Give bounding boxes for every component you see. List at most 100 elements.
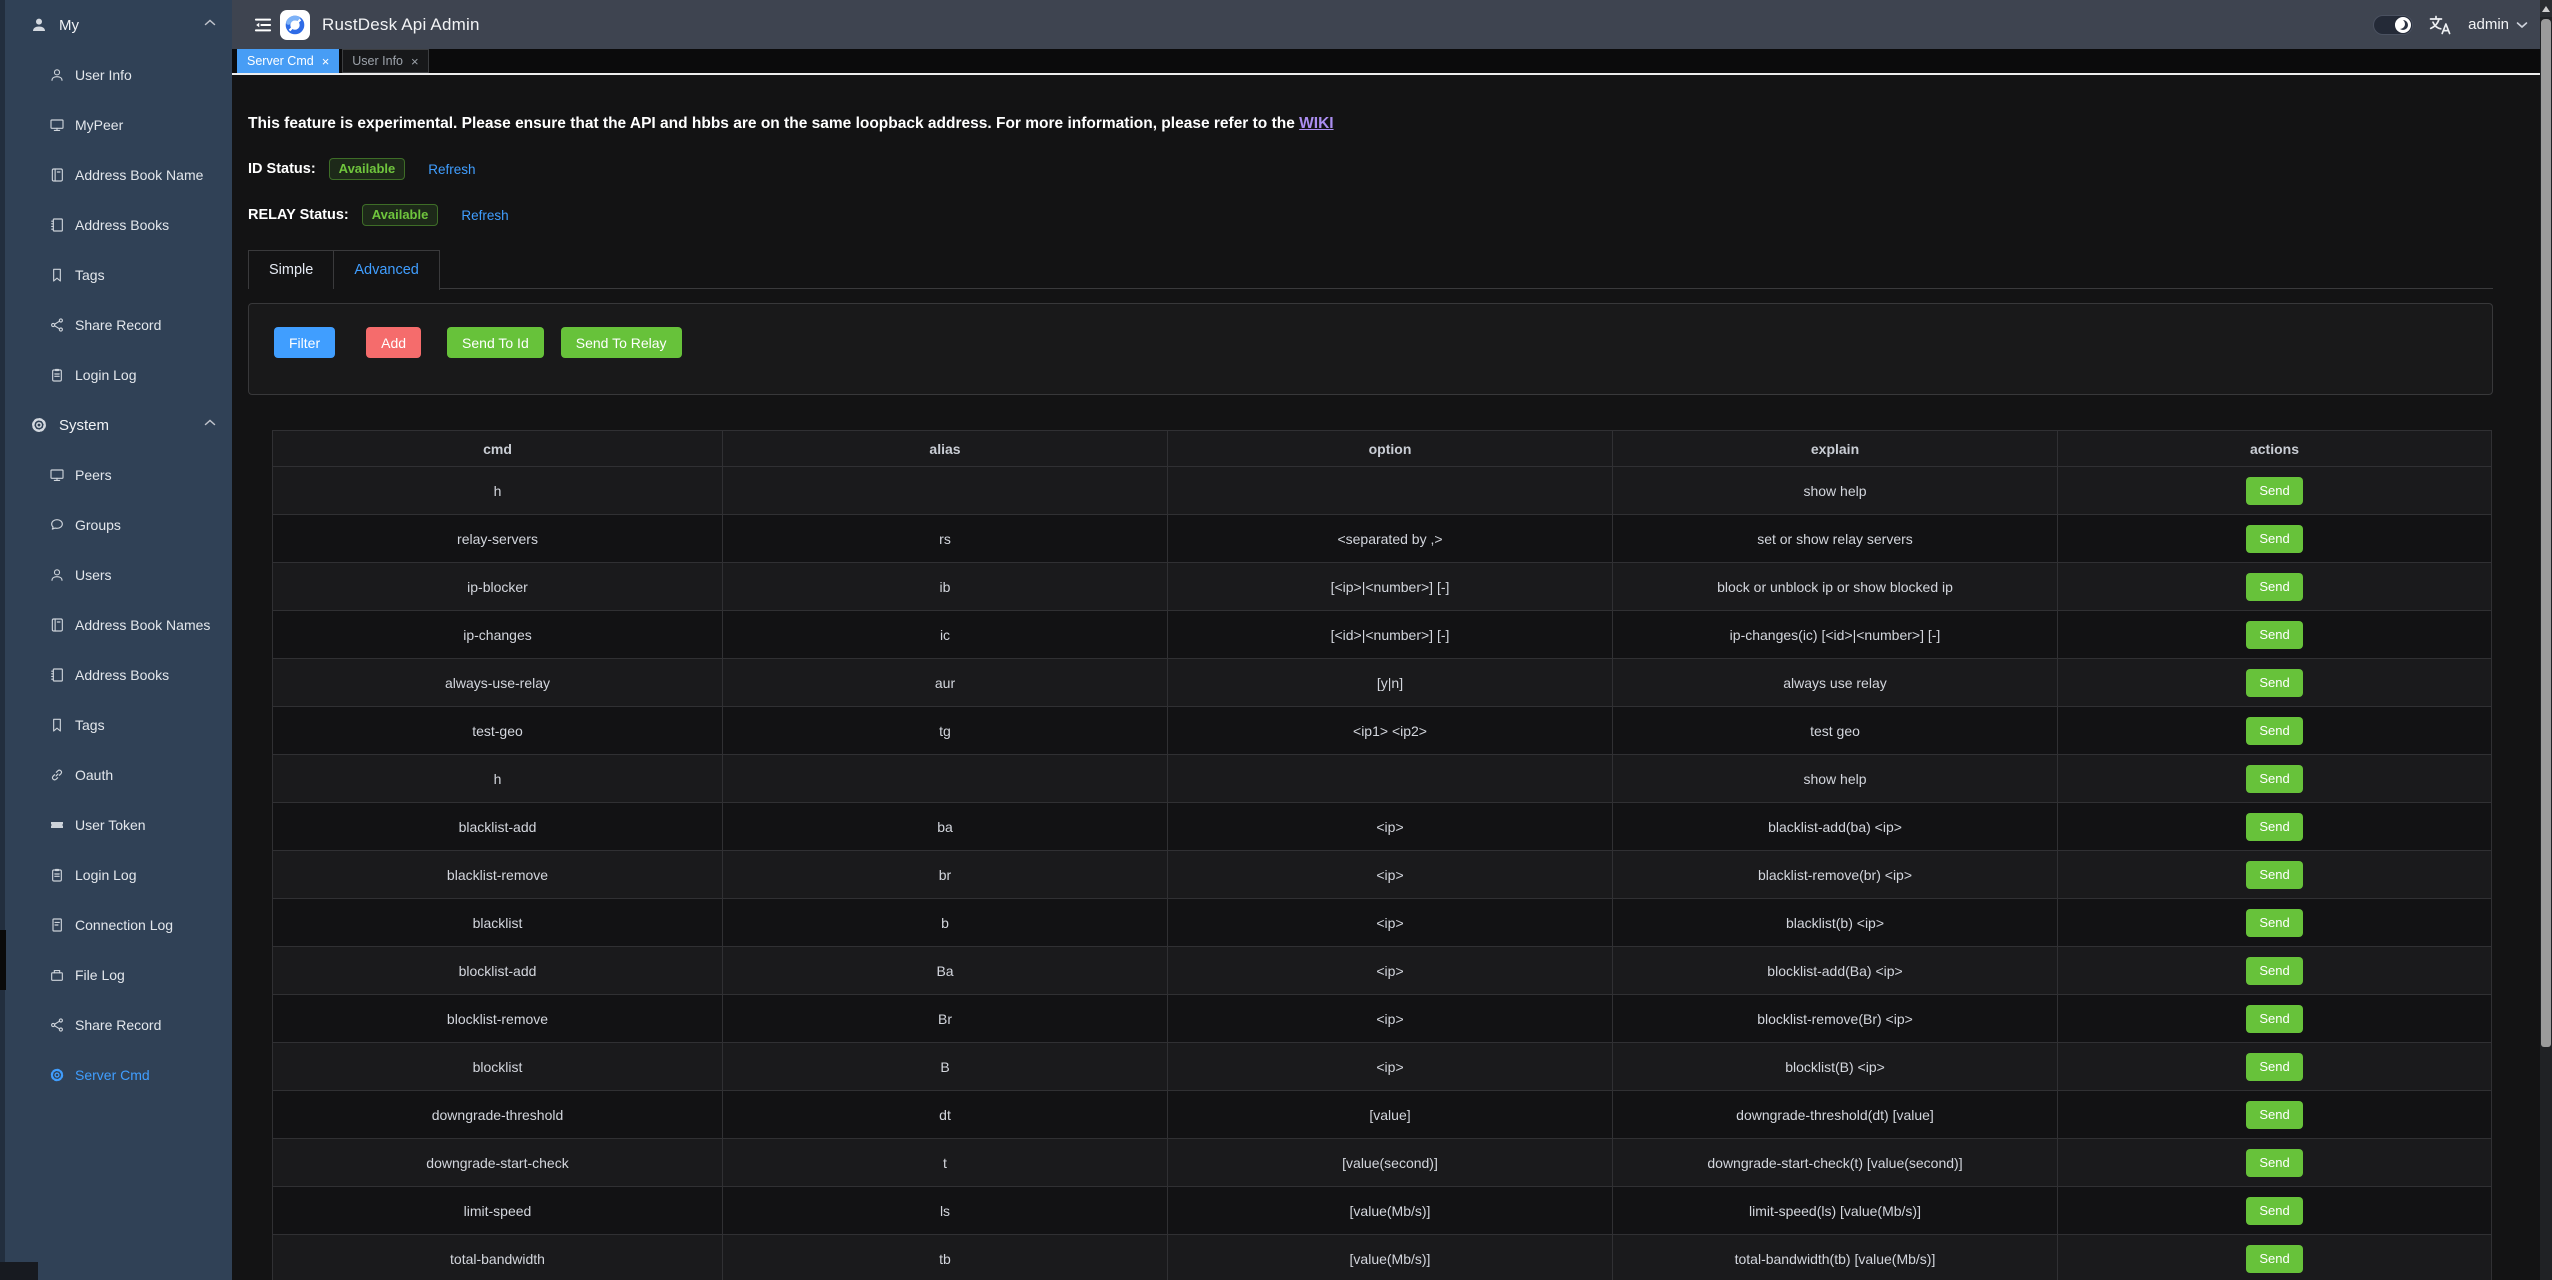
close-icon[interactable]: × bbox=[322, 55, 330, 68]
cell-explain: blocklist-add(Ba) <ip> bbox=[1613, 947, 2058, 995]
sidebar-item-label: Address Book Names bbox=[75, 617, 210, 633]
sidebar-item-share-record[interactable]: Share Record bbox=[0, 300, 232, 350]
cell-actions: Send bbox=[2058, 1139, 2492, 1187]
sidebar-item-user-info[interactable]: User Info bbox=[0, 50, 232, 100]
cell-option: <ip> bbox=[1168, 1043, 1613, 1091]
sidebar-item-mypeer[interactable]: MyPeer bbox=[0, 100, 232, 150]
cell-option: <ip> bbox=[1168, 803, 1613, 851]
add-button[interactable]: Add bbox=[366, 327, 421, 358]
sidebar-item-groups[interactable]: Groups bbox=[0, 500, 232, 550]
send-button[interactable]: Send bbox=[2246, 813, 2303, 841]
table-row-blocklist-add: blocklist-addBa<ip>blocklist-add(Ba) <ip… bbox=[273, 947, 2492, 995]
filter-button[interactable]: Filter bbox=[274, 327, 335, 358]
sidebar-item-file-log[interactable]: File Log bbox=[0, 950, 232, 1000]
sidebar-item-tags[interactable]: Tags bbox=[0, 250, 232, 300]
mode-tab-advanced[interactable]: Advanced bbox=[334, 250, 440, 290]
page-tab-label: User Info bbox=[352, 54, 403, 68]
send-button[interactable]: Send bbox=[2246, 1197, 2303, 1225]
sidebar-item-oauth[interactable]: Oauth bbox=[0, 750, 232, 800]
sidebar-item-connection-log[interactable]: Connection Log bbox=[0, 900, 232, 950]
sidebar-item-peers[interactable]: Peers bbox=[0, 450, 232, 500]
cell-actions: Send bbox=[2058, 1235, 2492, 1280]
chevron-down-icon[interactable] bbox=[2516, 21, 2528, 29]
language-translate-icon[interactable] bbox=[2427, 13, 2453, 37]
send-button[interactable]: Send bbox=[2246, 621, 2303, 649]
cell-cmd: blacklist bbox=[273, 899, 723, 947]
send-button[interactable]: Send bbox=[2246, 1005, 2303, 1033]
close-icon[interactable]: × bbox=[411, 55, 419, 68]
sidebar-item-login-log[interactable]: Login Log bbox=[0, 850, 232, 900]
send-button[interactable]: Send bbox=[2246, 1149, 2303, 1177]
sidebar-item-tags[interactable]: Tags bbox=[0, 700, 232, 750]
send-button[interactable]: Send bbox=[2246, 957, 2303, 985]
table-row-blocklist-remove: blocklist-removeBr<ip>blocklist-remove(B… bbox=[273, 995, 2492, 1043]
mode-tab-simple[interactable]: Simple bbox=[248, 250, 334, 289]
page-scrollbar[interactable] bbox=[2540, 0, 2552, 1280]
column-header-explain: explain bbox=[1613, 431, 2058, 467]
ticket-icon bbox=[49, 817, 65, 833]
sidebar-item-login-log[interactable]: Login Log bbox=[0, 350, 232, 400]
sidebar-item-label: Peers bbox=[75, 467, 112, 483]
status-badge: Available bbox=[362, 204, 439, 226]
table-row-h: h show help Send bbox=[273, 467, 2492, 515]
table-row-downgrade-start-check: downgrade-start-checkt[value(second)]dow… bbox=[273, 1139, 2492, 1187]
sidebar-item-share-record[interactable]: Share Record bbox=[0, 1000, 232, 1050]
cell-explain: blacklist(b) <ip> bbox=[1613, 899, 2058, 947]
mode-tabs: SimpleAdvanced bbox=[248, 250, 2493, 289]
refresh-link[interactable]: Refresh bbox=[428, 162, 475, 177]
cell-explain: show help bbox=[1613, 467, 2058, 515]
user-filled-icon bbox=[30, 16, 48, 34]
send-button[interactable]: Send bbox=[2246, 717, 2303, 745]
toolbar-buttons: Filter Add Send To Id Send To Relay bbox=[274, 327, 682, 358]
cell-option: <ip1> <ip2> bbox=[1168, 707, 1613, 755]
sidebar-item-label: Tags bbox=[75, 717, 105, 733]
sidebar-item-label: Server Cmd bbox=[75, 1067, 150, 1083]
sidebar-item-server-cmd[interactable]: Server Cmd bbox=[0, 1050, 232, 1100]
sidebar-item-users[interactable]: Users bbox=[0, 550, 232, 600]
send-button[interactable]: Send bbox=[2246, 669, 2303, 697]
app-title: RustDesk Api Admin bbox=[322, 15, 480, 35]
page-tab-user-info[interactable]: User Info × bbox=[342, 49, 428, 73]
sidebar-item-address-books[interactable]: Address Books bbox=[0, 200, 232, 250]
cell-cmd: h bbox=[273, 467, 723, 515]
cell-explain: blacklist-add(ba) <ip> bbox=[1613, 803, 2058, 851]
scrollbar-thumb[interactable] bbox=[2541, 19, 2551, 1047]
cell-option: [<id>|<number>] [-] bbox=[1168, 611, 1613, 659]
cell-actions: Send bbox=[2058, 1091, 2492, 1139]
sidebar-item-address-book-names[interactable]: Address Book Names bbox=[0, 600, 232, 650]
scrollbar-up-arrow[interactable] bbox=[2540, 0, 2552, 17]
send-button[interactable]: Send bbox=[2246, 573, 2303, 601]
notebook-icon bbox=[49, 617, 65, 633]
cell-explain: blocklist-remove(Br) <ip> bbox=[1613, 995, 2058, 1043]
send-to-relay-button[interactable]: Send To Relay bbox=[561, 327, 682, 358]
send-button[interactable]: Send bbox=[2246, 525, 2303, 553]
sidebar-item-user-token[interactable]: User Token bbox=[0, 800, 232, 850]
sidebar-item-address-book-name[interactable]: Address Book Name bbox=[0, 150, 232, 200]
cell-alias: aur bbox=[723, 659, 1168, 707]
cell-explain: always use relay bbox=[1613, 659, 2058, 707]
cell-alias: b bbox=[723, 899, 1168, 947]
user-menu[interactable]: admin bbox=[2468, 16, 2509, 33]
send-button[interactable]: Send bbox=[2246, 861, 2303, 889]
cell-cmd: ip-blocker bbox=[273, 563, 723, 611]
cell-actions: Send bbox=[2058, 563, 2492, 611]
sidebar-collapse-icon[interactable] bbox=[253, 15, 273, 35]
send-button[interactable]: Send bbox=[2246, 1053, 2303, 1081]
sidebar-item-label: Oauth bbox=[75, 767, 113, 783]
send-button[interactable]: Send bbox=[2246, 477, 2303, 505]
page-tab-server-cmd[interactable]: Server Cmd× bbox=[237, 49, 339, 73]
send-button[interactable]: Send bbox=[2246, 1101, 2303, 1129]
wiki-link[interactable]: WIKI bbox=[1299, 115, 1333, 132]
cell-actions: Send bbox=[2058, 995, 2492, 1043]
cell-explain: ip-changes(ic) [<id>|<number>] [-] bbox=[1613, 611, 2058, 659]
dark-mode-toggle[interactable] bbox=[2373, 15, 2413, 35]
send-button[interactable]: Send bbox=[2246, 1245, 2303, 1273]
cell-alias bbox=[723, 467, 1168, 515]
send-button[interactable]: Send bbox=[2246, 765, 2303, 793]
sidebar-section-my[interactable]: My bbox=[0, 0, 232, 50]
sidebar-item-address-books[interactable]: Address Books bbox=[0, 650, 232, 700]
send-to-id-button[interactable]: Send To Id bbox=[447, 327, 544, 358]
send-button[interactable]: Send bbox=[2246, 909, 2303, 937]
sidebar-section-system[interactable]: System bbox=[0, 400, 232, 450]
refresh-link[interactable]: Refresh bbox=[461, 208, 508, 223]
